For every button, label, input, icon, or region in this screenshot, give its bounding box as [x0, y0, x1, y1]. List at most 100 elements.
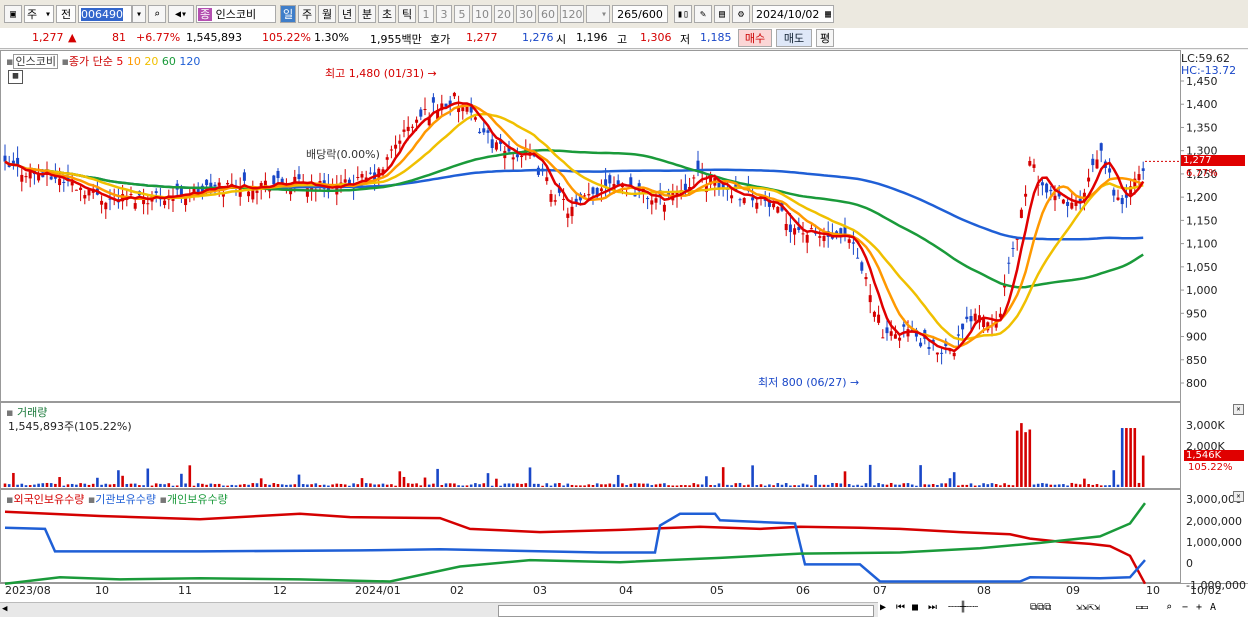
chart-menu-icon[interactable]: ▣ [4, 5, 22, 23]
holdings-panel-close-icon[interactable]: ✕ [1233, 491, 1244, 502]
candle-body [242, 172, 246, 181]
x-label-2024-01: 2024/01 [355, 584, 401, 597]
chart-type-icon[interactable]: ▭▭ [1136, 602, 1148, 613]
volume-bar [381, 483, 385, 487]
volume-bar [276, 484, 280, 487]
legend-square-icon: ▪ [159, 493, 167, 506]
market-type-select[interactable]: 주 ▾ [24, 5, 54, 23]
volume-bar [318, 485, 322, 487]
candle-body [1112, 189, 1116, 196]
period-tick[interactable]: 틱 [398, 5, 416, 23]
volume-bar [763, 485, 767, 487]
period-year[interactable]: 년 [338, 5, 356, 23]
interval-120[interactable]: 120 [560, 5, 584, 23]
volume-bar [873, 485, 876, 487]
low-value: 1,185 [700, 31, 732, 44]
interval-20[interactable]: 20 [494, 5, 514, 23]
chart-canvas[interactable]: 1,4501,4001,3501,3001,2501,2001,1501,100… [0, 50, 1248, 621]
interval-3[interactable]: 3 [436, 5, 452, 23]
candle-body [1099, 143, 1103, 151]
chart-area[interactable]: 1,450 1,400 1,350 1,300 1,250 1,200 1,150 1,100… [0, 50, 1248, 621]
scroll-left-icon[interactable]: ◀ [2, 604, 7, 614]
candle-body [683, 183, 687, 191]
volume-bar [826, 484, 830, 487]
volume-bar [562, 485, 565, 487]
grid-toggle-icon[interactable]: ▦ [8, 70, 23, 84]
interval-10[interactable]: 10 [472, 5, 492, 23]
sell-button[interactable]: 매도 [776, 29, 812, 47]
candle-body [1108, 168, 1112, 173]
speed-slider[interactable]: ┄┄╫┄┄ [948, 602, 978, 613]
candle-body [616, 180, 620, 185]
view-type-button[interactable]: 전 [56, 5, 76, 23]
volume-bar [1099, 485, 1103, 487]
magnifier-icon[interactable]: ⌕ [1166, 602, 1172, 613]
candle-body [856, 257, 860, 259]
volume-bar [885, 484, 889, 487]
candle-body [952, 352, 956, 357]
period-second[interactable]: 초 [378, 5, 396, 23]
search-icon[interactable]: ⌕ [148, 5, 166, 23]
zoom-out-icon[interactable]: − [1182, 602, 1188, 613]
volume-bar [465, 485, 469, 487]
interval-30[interactable]: 30 [516, 5, 536, 23]
volume-bar [352, 483, 355, 487]
volume-bar [705, 476, 708, 487]
forward-icon[interactable]: ⏭ [928, 602, 937, 613]
period-month[interactable]: 월 [318, 5, 336, 23]
candle-body [961, 323, 965, 330]
period-day[interactable]: 일 [280, 5, 296, 23]
candle-body [860, 262, 864, 271]
volume-bar [33, 484, 36, 487]
horizontal-scrollbar[interactable]: ◀ [0, 602, 878, 617]
price-panel-frame [0, 50, 1181, 402]
volume-bar [642, 483, 645, 487]
volume-bar [264, 484, 267, 487]
interval-1[interactable]: 1 [418, 5, 434, 23]
volume-bar [843, 471, 847, 487]
buy-button[interactable]: 매수 [738, 29, 772, 47]
volume-bar [180, 473, 183, 487]
stock-name: 인스코비 [215, 8, 257, 21]
count-display[interactable]: 265/600 [612, 5, 668, 23]
speaker-icon[interactable]: ◀▾ [168, 5, 194, 23]
volume-bar [847, 484, 851, 487]
candle-type-icon[interactable]: ▮▯ [674, 5, 692, 23]
candle-body [398, 140, 402, 144]
volume-panel-close-icon[interactable]: ✕ [1233, 404, 1244, 415]
date-field[interactable]: 2024/10/02 ▦ [752, 5, 834, 23]
candle-body [549, 194, 553, 202]
eval-button[interactable]: 평 [816, 29, 834, 47]
code-dropdown-icon[interactable]: ▾ [132, 5, 146, 23]
x-label-02: 02 [450, 584, 464, 597]
volume-bar [814, 474, 817, 487]
period-week[interactable]: 주 [298, 5, 316, 23]
change-percent: +6.77% [136, 31, 181, 44]
save-icon[interactable]: ▤ [714, 5, 730, 23]
scrollbar-thumb[interactable] [498, 605, 874, 617]
volume-current-badge: 1,546K [1184, 450, 1244, 461]
volume-bar [356, 484, 360, 487]
gear-icon[interactable]: ⚙ [732, 5, 750, 23]
interval-custom-select[interactable]: ▾ [586, 5, 610, 23]
indicator-icon[interactable]: ⇲⇲⇱⇲ [1076, 602, 1100, 613]
volume-bar [499, 485, 502, 487]
rewind-icon[interactable]: ⏮ [896, 602, 905, 613]
interval-5[interactable]: 5 [454, 5, 470, 23]
volume-bar [1036, 483, 1040, 487]
candle-body [587, 194, 591, 196]
zoom-in-icon[interactable]: + [1196, 602, 1202, 613]
volume-bar [1057, 484, 1061, 487]
draw-tool-icon[interactable]: ✎ [694, 5, 712, 23]
interval-60[interactable]: 60 [538, 5, 558, 23]
font-size-icon[interactable]: A [1210, 602, 1216, 613]
stock-code-input[interactable]: 006490 [78, 5, 132, 23]
period-minute[interactable]: 분 [358, 5, 376, 23]
play-icon[interactable]: ▶ [880, 602, 886, 613]
volume-bar [679, 485, 683, 487]
volume-bar [70, 483, 74, 487]
layout-icon[interactable]: ⧉⧉⧉ [1030, 602, 1051, 613]
stop-icon[interactable]: ■ [912, 602, 918, 613]
volume-bar [327, 485, 330, 487]
stock-name-field[interactable]: 종 인스코비 [196, 5, 276, 23]
